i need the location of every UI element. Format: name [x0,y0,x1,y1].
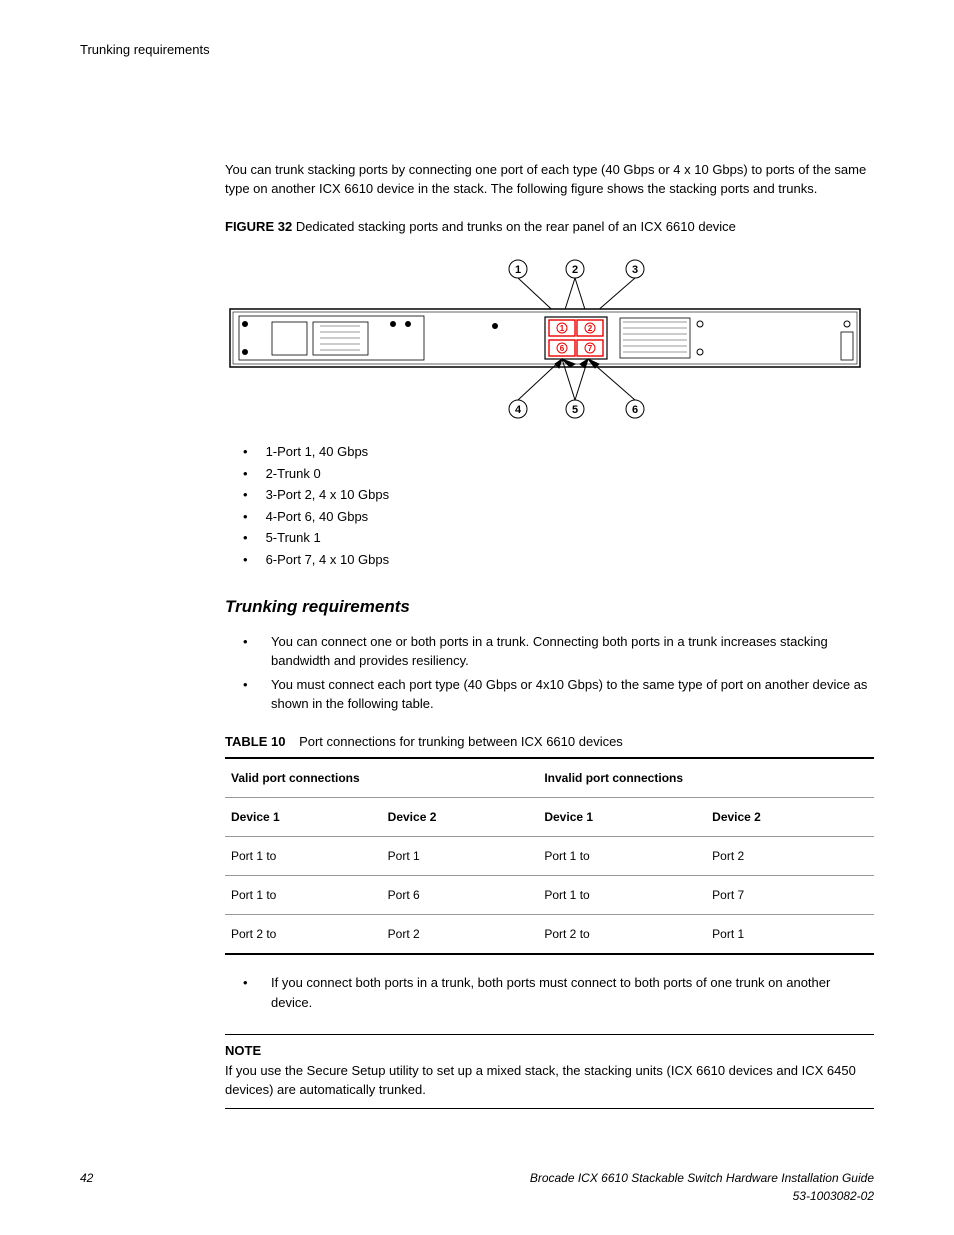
intro-paragraph: You can trunk stacking ports by connecti… [225,160,874,199]
header-section: Trunking requirements [80,42,210,57]
legend-item: 2-Trunk 0 [243,464,874,484]
bullet-item: If you connect both ports in a trunk, bo… [243,973,874,1012]
bullet-item: You must connect each port type (40 Gbps… [243,675,874,714]
table-cell: Port 2 to [538,915,706,955]
table-cell: Port 2 [706,837,874,876]
footer-title: Brocade ICX 6610 Stackable Switch Hardwa… [530,1169,874,1187]
footer-docnum: 53-1003082-02 [530,1187,874,1205]
page-number: 42 [80,1169,93,1205]
note-text: If you use the Secure Setup utility to s… [225,1061,874,1100]
callout-4: 4 [515,404,522,416]
section-heading: Trunking requirements [225,594,874,620]
table-cell: Port 2 to [225,915,382,955]
table-label: TABLE 10 [225,734,285,749]
page-footer: 42 Brocade ICX 6610 Stackable Switch Har… [80,1169,874,1205]
device-diagram: 1 2 3 [225,254,865,424]
legend-item: 1-Port 1, 40 Gbps [243,442,874,462]
table-caption-text: Port connections for trunking between IC… [299,734,623,749]
figure-caption-text: Dedicated stacking ports and trunks on t… [296,219,736,234]
table-cell: Port 1 to [225,876,382,915]
figure-label: FIGURE 32 [225,219,292,234]
requirement-bullets: You can connect one or both ports in a t… [243,632,874,714]
figure-legend: 1-Port 1, 40 Gbps 2-Trunk 0 3-Port 2, 4 … [243,442,874,569]
legend-item: 4-Port 6, 40 Gbps [243,507,874,527]
legend-item: 3-Port 2, 4 x 10 Gbps [243,485,874,505]
page-content: You can trunk stacking ports by connecti… [225,160,874,1109]
page-header: Trunking requirements [80,40,874,60]
port-connections-table: Valid port connections Invalid port conn… [225,757,874,955]
legend-item: 6-Port 7, 4 x 10 Gbps [243,550,874,570]
table-col-header: Device 1 [538,798,706,837]
table-cell: Port 2 [382,915,539,955]
callout-5: 5 [572,404,578,416]
figure-caption: FIGURE 32 Dedicated stacking ports and t… [225,217,874,237]
table-cell: Port 1 to [225,837,382,876]
table-col-header: Device 2 [706,798,874,837]
table-cell: Port 1 to [538,837,706,876]
port-label-7: 7 [588,344,593,353]
table-group-header: Invalid port connections [538,758,874,798]
port-label-1: 1 [560,324,565,333]
callout-3: 3 [632,264,638,276]
table-caption: TABLE 10 Port connections for trunking b… [225,732,874,752]
post-table-bullets: If you connect both ports in a trunk, bo… [243,973,874,1012]
bullet-item: You can connect one or both ports in a t… [243,632,874,671]
note-label: NOTE [225,1041,874,1061]
device-rear-figure: 1 2 3 [225,254,874,424]
table-cell: Port 1 [706,915,874,955]
callout-6: 6 [632,404,638,416]
callout-2: 2 [572,264,578,276]
callout-1: 1 [515,264,521,276]
table-cell: Port 7 [706,876,874,915]
table-cell: Port 1 [382,837,539,876]
table-col-header: Device 1 [225,798,382,837]
port-label-6: 6 [560,344,565,353]
legend-item: 5-Trunk 1 [243,528,874,548]
port-label-2: 2 [588,324,593,333]
table-cell: Port 1 to [538,876,706,915]
table-col-header: Device 2 [382,798,539,837]
table-group-header: Valid port connections [225,758,538,798]
table-cell: Port 6 [382,876,539,915]
note-block: NOTE If you use the Secure Setup utility… [225,1034,874,1109]
